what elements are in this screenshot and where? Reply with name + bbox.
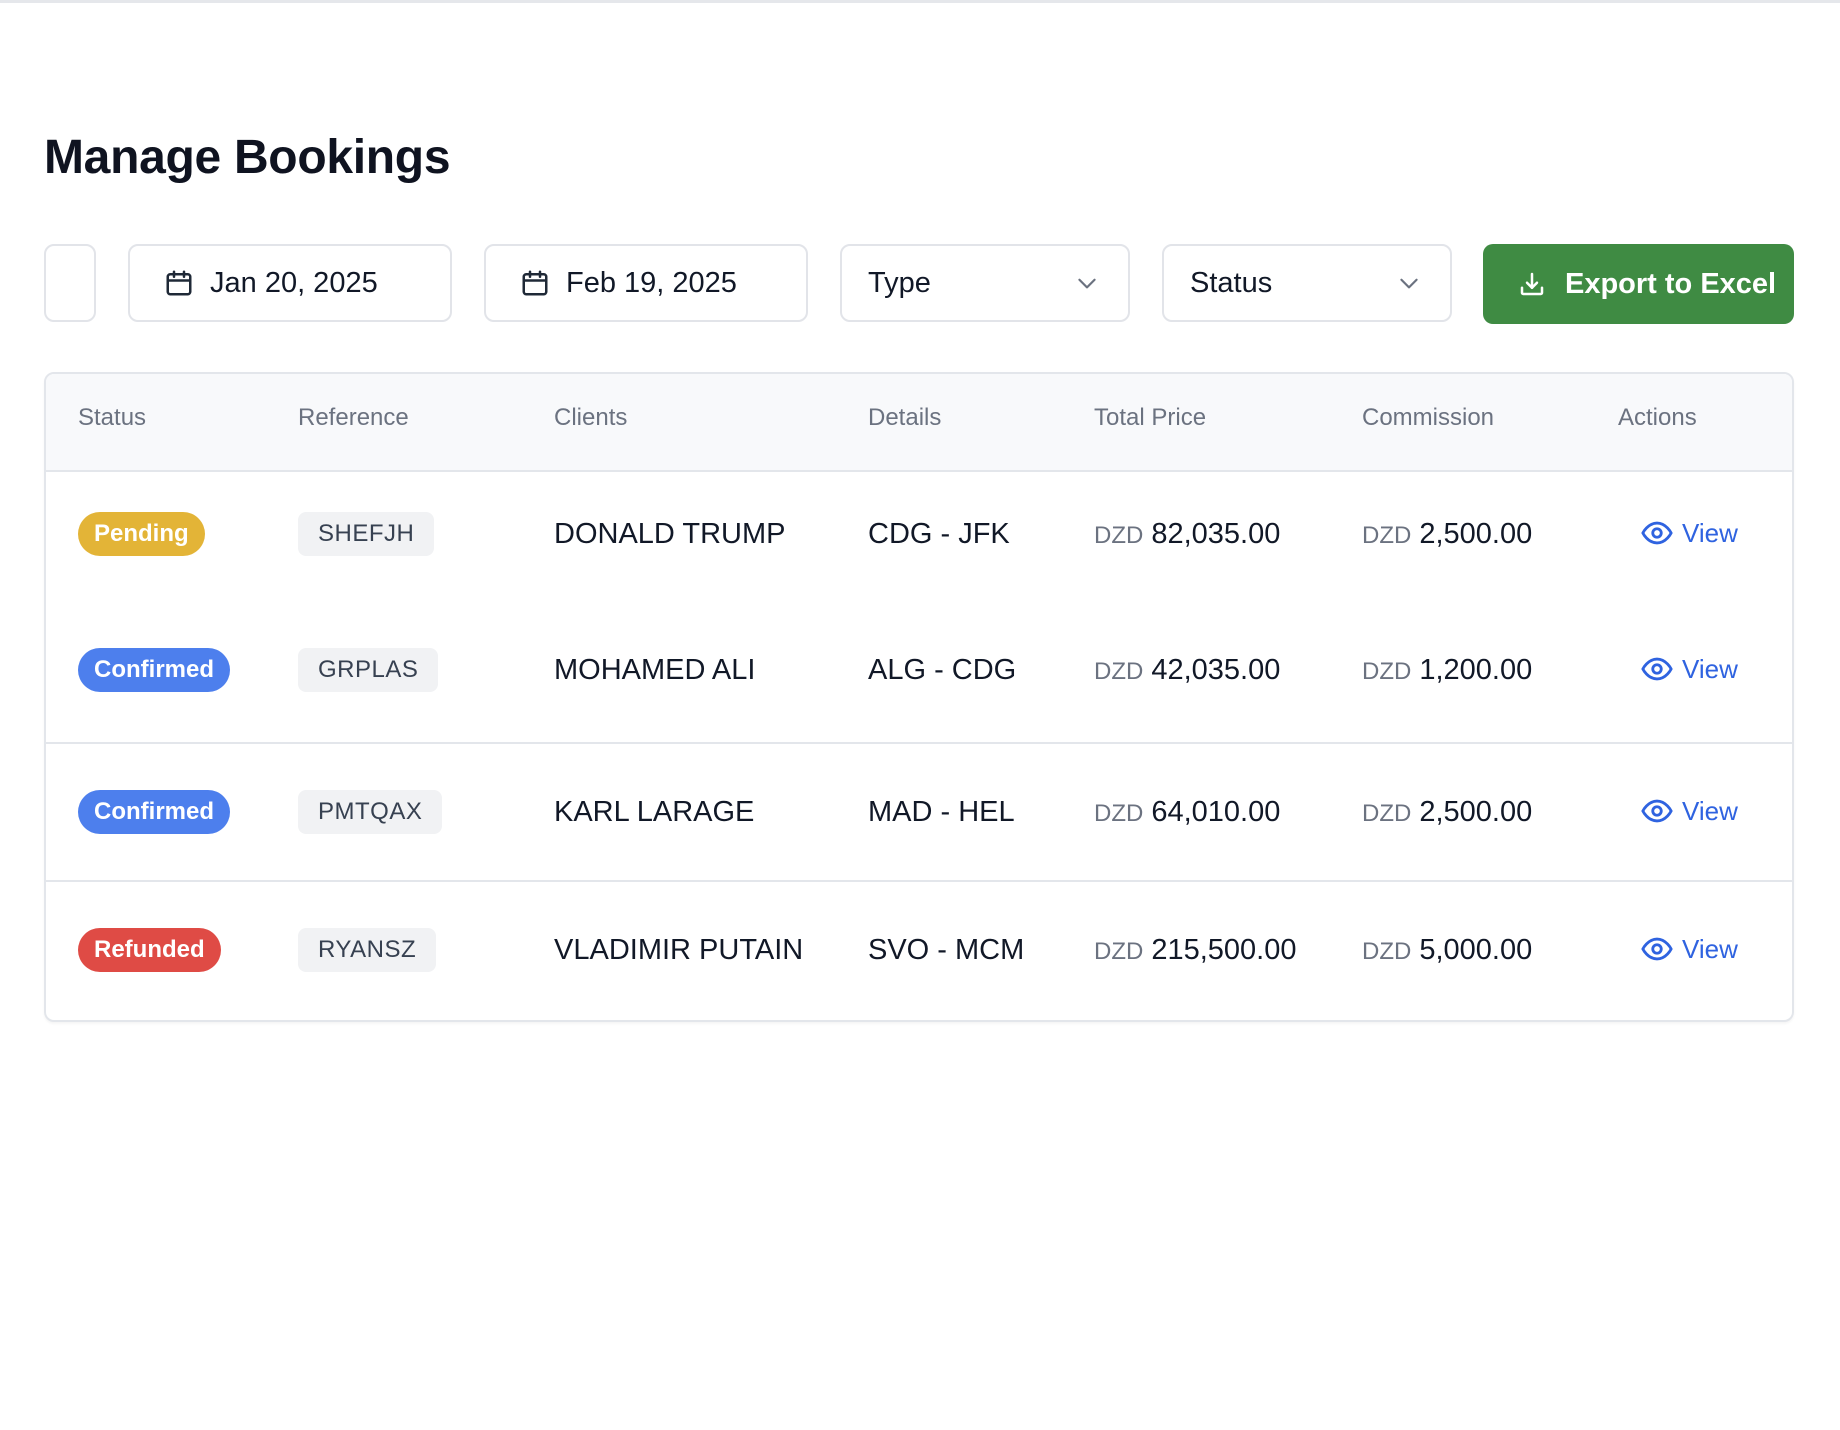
client-name: KARL LARAGE (554, 796, 755, 828)
view-link[interactable]: View (1640, 794, 1738, 828)
column-header-clients: Clients (554, 404, 628, 431)
client-name: VLADIMIR PUTAIN (554, 934, 804, 966)
eye-icon (1640, 932, 1674, 966)
page-title: Manage Bookings (44, 131, 451, 184)
total-price: DZD 42,035.00 (1094, 654, 1280, 687)
status-select-label: Status (1190, 266, 1273, 299)
view-label: View (1682, 653, 1738, 684)
currency-code: DZD (1362, 800, 1412, 827)
column-header-reference: Reference (298, 404, 409, 431)
search-box[interactable] (44, 244, 96, 322)
export-to-excel-button[interactable]: Export to Excel (1483, 244, 1794, 324)
date-from-label: Jan 20, 2025 (210, 266, 378, 299)
table-row: Confirmed GRPLAS MOHAMED ALI ALG - CDG D… (46, 606, 1792, 742)
price-amount: 64,010.00 (1151, 796, 1281, 828)
price-amount: 82,035.00 (1151, 518, 1281, 550)
eye-icon (1640, 652, 1674, 686)
total-price: DZD 215,500.00 (1094, 934, 1296, 967)
client-name: DONALD TRUMP (554, 518, 786, 550)
column-header-actions: Actions (1618, 404, 1697, 431)
calendar-icon (520, 268, 550, 298)
chevron-down-icon (1074, 270, 1100, 296)
total-price: DZD 82,035.00 (1094, 518, 1280, 551)
price-amount: 42,035.00 (1151, 654, 1281, 686)
table-row: Pending SHEFJH DONALD TRUMP CDG - JFK DZ… (46, 470, 1792, 606)
status-badge: Refunded (78, 928, 221, 972)
table-row: Refunded RYANSZ VLADIMIR PUTAIN SVO - MC… (46, 880, 1792, 1018)
column-header-commission: Commission (1362, 404, 1495, 431)
reference-chip: PMTQAX (298, 790, 443, 834)
date-to-picker[interactable]: Feb 19, 2025 (484, 244, 808, 322)
client-name: MOHAMED ALI (554, 654, 756, 686)
view-link[interactable]: View (1640, 652, 1738, 686)
currency-code: DZD (1362, 522, 1412, 549)
status-badge: Pending (78, 512, 205, 556)
route-details: SVO - MCM (868, 934, 1025, 966)
download-icon (1517, 269, 1547, 299)
price-amount: 215,500.00 (1151, 934, 1297, 966)
commission: DZD 2,500.00 (1362, 796, 1532, 829)
currency-code: DZD (1094, 938, 1144, 965)
table-row: Confirmed PMTQAX KARL LARAGE MAD - HEL D… (46, 742, 1792, 880)
commission: DZD 2,500.00 (1362, 518, 1532, 551)
view-label: View (1682, 795, 1738, 826)
commission-amount: 2,500.00 (1419, 796, 1533, 828)
eye-icon (1640, 516, 1674, 550)
column-header-total-price: Total Price (1094, 404, 1207, 431)
total-price: DZD 64,010.00 (1094, 796, 1280, 829)
currency-code: DZD (1362, 658, 1412, 685)
currency-code: DZD (1094, 522, 1144, 549)
chevron-down-icon (1396, 270, 1422, 296)
view-label: View (1682, 517, 1738, 548)
route-details: CDG - JFK (868, 518, 1010, 550)
export-button-label: Export to Excel (1565, 267, 1777, 300)
status-badge: Confirmed (78, 790, 230, 834)
route-details: MAD - HEL (868, 796, 1015, 828)
date-to-label: Feb 19, 2025 (566, 266, 737, 299)
status-badge: Confirmed (78, 648, 230, 692)
route-details: ALG - CDG (868, 654, 1017, 686)
view-link[interactable]: View (1640, 516, 1738, 550)
status-select[interactable]: Status (1162, 244, 1452, 322)
type-select-label: Type (868, 266, 931, 299)
currency-code: DZD (1362, 938, 1412, 965)
eye-icon (1640, 794, 1674, 828)
table-header: Status Reference Clients Details Total P… (46, 374, 1792, 472)
reference-chip: GRPLAS (298, 648, 439, 692)
bookings-table: Status Reference Clients Details Total P… (44, 372, 1794, 1022)
calendar-icon (164, 268, 194, 298)
commission: DZD 1,200.00 (1362, 654, 1532, 687)
date-from-picker[interactable]: Jan 20, 2025 (128, 244, 452, 322)
column-header-status: Status (78, 404, 147, 431)
reference-chip: SHEFJH (298, 512, 435, 556)
view-link[interactable]: View (1640, 932, 1738, 966)
view-label: View (1682, 933, 1738, 964)
reference-chip: RYANSZ (298, 928, 437, 972)
commission-amount: 1,200.00 (1419, 654, 1533, 686)
commission-amount: 5,000.00 (1419, 934, 1533, 966)
currency-code: DZD (1094, 658, 1144, 685)
type-select[interactable]: Type (840, 244, 1130, 322)
top-divider (0, 0, 1840, 3)
currency-code: DZD (1094, 800, 1144, 827)
commission-amount: 2,500.00 (1419, 518, 1533, 550)
column-header-details: Details (868, 404, 942, 431)
commission: DZD 5,000.00 (1362, 934, 1532, 967)
